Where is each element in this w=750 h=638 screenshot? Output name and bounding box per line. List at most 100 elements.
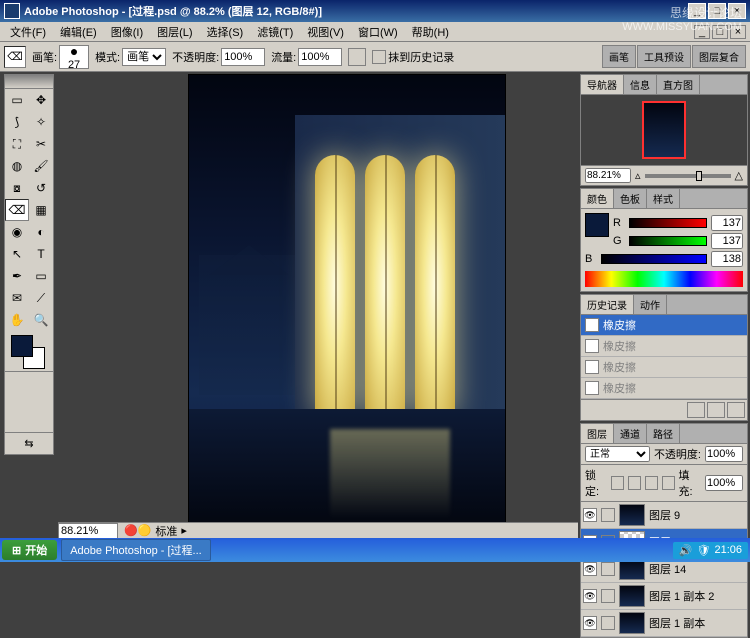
tray-icon[interactable]: 🛡 bbox=[697, 544, 711, 557]
opacity-input[interactable] bbox=[221, 48, 265, 66]
pen-tool[interactable]: ✒ bbox=[5, 265, 29, 287]
lock-position[interactable] bbox=[645, 476, 658, 490]
g-input[interactable] bbox=[711, 233, 743, 249]
healing-tool[interactable]: ◍ bbox=[5, 155, 29, 177]
shape-tool[interactable]: ▭ bbox=[29, 265, 53, 287]
history-snapshot-button[interactable] bbox=[687, 402, 705, 418]
airbrush-button[interactable] bbox=[348, 48, 366, 66]
eyedropper-tool[interactable]: ⟋ bbox=[29, 287, 53, 309]
history-item[interactable]: 橡皮擦 bbox=[581, 378, 747, 399]
tab-styles[interactable]: 样式 bbox=[647, 189, 680, 208]
screen-mode-4[interactable] bbox=[29, 412, 53, 432]
menu-edit[interactable]: 编辑(E) bbox=[54, 22, 103, 42]
screen-mode-3[interactable] bbox=[5, 412, 29, 432]
stamp-tool[interactable]: ⧇ bbox=[5, 177, 29, 199]
mode-select[interactable]: 画笔 bbox=[122, 48, 166, 66]
move-tool[interactable]: ✥ bbox=[29, 89, 53, 111]
fill-input[interactable] bbox=[705, 475, 743, 491]
tab-info[interactable]: 信息 bbox=[624, 75, 657, 94]
blend-mode-select[interactable]: 正常 bbox=[585, 446, 650, 462]
crop-tool[interactable]: ⛶ bbox=[5, 133, 29, 155]
tab-history[interactable]: 历史记录 bbox=[581, 295, 634, 314]
menu-layer[interactable]: 图层(L) bbox=[151, 22, 198, 42]
tab-tool-presets[interactable]: 工具预设 bbox=[637, 45, 691, 68]
layer-row[interactable]: 👁图层 1 副本 2 bbox=[581, 583, 747, 610]
lock-all[interactable] bbox=[662, 476, 675, 490]
notes-tool[interactable]: ✉ bbox=[5, 287, 29, 309]
screen-mode-1[interactable] bbox=[5, 392, 29, 412]
dodge-tool[interactable]: ◐ bbox=[29, 221, 53, 243]
marquee-tool[interactable]: ▭ bbox=[5, 89, 29, 111]
screen-mode-2[interactable] bbox=[29, 392, 53, 412]
layer-thumbnail[interactable] bbox=[619, 585, 645, 607]
brush-tool[interactable]: 🖌 bbox=[29, 155, 53, 177]
navigator-zoom-slider[interactable] bbox=[645, 174, 731, 178]
zoom-in-icon[interactable]: △ bbox=[735, 169, 743, 182]
link-toggle[interactable] bbox=[601, 616, 615, 630]
type-tool[interactable]: T bbox=[29, 243, 53, 265]
taskbar-item-photoshop[interactable]: Adobe Photoshop - [过程... bbox=[61, 539, 210, 561]
tab-color[interactable]: 颜色 bbox=[581, 189, 614, 208]
layer-row[interactable]: 👁图层 1 副本 bbox=[581, 610, 747, 637]
navigator-zoom-input[interactable] bbox=[585, 168, 631, 183]
g-slider[interactable] bbox=[629, 236, 707, 246]
tab-layers[interactable]: 图层 bbox=[581, 424, 614, 443]
color-swatches[interactable] bbox=[5, 331, 53, 371]
tab-swatches[interactable]: 色板 bbox=[614, 189, 647, 208]
tab-histogram[interactable]: 直方图 bbox=[657, 75, 700, 94]
status-dropdown-icon[interactable]: ▸ bbox=[181, 524, 187, 537]
navigator-thumbnail[interactable] bbox=[581, 95, 747, 165]
r-input[interactable] bbox=[711, 215, 743, 231]
menu-window[interactable]: 窗口(W) bbox=[352, 22, 404, 42]
visibility-toggle[interactable]: 👁 bbox=[583, 616, 597, 630]
jump-to-imageready[interactable]: ⇆ bbox=[5, 432, 53, 454]
tab-paths[interactable]: 路径 bbox=[647, 424, 680, 443]
menu-view[interactable]: 视图(V) bbox=[301, 22, 350, 42]
slice-tool[interactable]: ✂ bbox=[29, 133, 53, 155]
history-new-button[interactable] bbox=[707, 402, 725, 418]
tab-brushes[interactable]: 画笔 bbox=[602, 45, 636, 68]
eraser-tool[interactable]: ⌫ bbox=[5, 199, 29, 221]
layer-thumbnail[interactable] bbox=[619, 504, 645, 526]
menu-image[interactable]: 图像(I) bbox=[105, 22, 149, 42]
document-canvas[interactable] bbox=[188, 74, 506, 530]
link-toggle[interactable] bbox=[601, 562, 615, 576]
history-item[interactable]: 橡皮擦 bbox=[581, 357, 747, 378]
visibility-toggle[interactable]: 👁 bbox=[583, 562, 597, 576]
brush-preset-picker[interactable]: ● 27 bbox=[59, 45, 89, 69]
layer-thumbnail[interactable] bbox=[619, 612, 645, 634]
menu-filter[interactable]: 滤镜(T) bbox=[251, 22, 299, 42]
visibility-toggle[interactable]: 👁 bbox=[583, 589, 597, 603]
tray-icon[interactable]: 🔊 bbox=[679, 544, 693, 557]
layer-opacity-input[interactable] bbox=[705, 446, 743, 462]
lock-image[interactable] bbox=[628, 476, 641, 490]
visibility-toggle[interactable]: 👁 bbox=[583, 508, 597, 522]
tab-navigator[interactable]: 导航器 bbox=[581, 75, 624, 94]
lasso-tool[interactable]: ⟆ bbox=[5, 111, 29, 133]
foreground-color[interactable] bbox=[11, 335, 33, 357]
color-fgbg-swatch[interactable] bbox=[585, 213, 609, 237]
link-toggle[interactable] bbox=[601, 508, 615, 522]
history-delete-button[interactable] bbox=[727, 402, 745, 418]
zoom-out-icon[interactable]: ▵ bbox=[635, 169, 641, 182]
zoom-tool[interactable]: 🔍 bbox=[29, 309, 53, 331]
menu-help[interactable]: 帮助(H) bbox=[406, 22, 455, 42]
b-slider[interactable] bbox=[601, 254, 707, 264]
history-brush-tool[interactable]: ↺ bbox=[29, 177, 53, 199]
menu-file[interactable]: 文件(F) bbox=[4, 22, 52, 42]
toolbox-header[interactable] bbox=[5, 75, 53, 89]
layer-row[interactable]: 👁图层 9 bbox=[581, 502, 747, 529]
history-item[interactable]: 橡皮擦 bbox=[581, 315, 747, 336]
flow-input[interactable] bbox=[298, 48, 342, 66]
color-spectrum[interactable] bbox=[585, 271, 743, 287]
history-checkbox[interactable] bbox=[372, 50, 386, 64]
hand-tool[interactable]: ✋ bbox=[5, 309, 29, 331]
tab-channels[interactable]: 通道 bbox=[614, 424, 647, 443]
gradient-tool[interactable]: ▦ bbox=[29, 199, 53, 221]
zoom-input[interactable] bbox=[58, 523, 118, 539]
b-input[interactable] bbox=[711, 251, 743, 267]
standard-mode[interactable] bbox=[5, 372, 29, 392]
history-item[interactable]: 橡皮擦 bbox=[581, 336, 747, 357]
tab-actions[interactable]: 动作 bbox=[634, 295, 667, 314]
blur-tool[interactable]: ◉ bbox=[5, 221, 29, 243]
